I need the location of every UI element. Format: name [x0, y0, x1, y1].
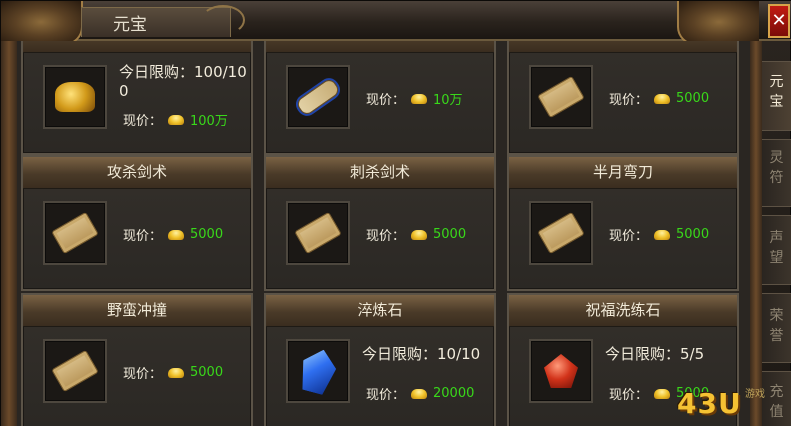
skill-book-icon	[529, 65, 593, 129]
price-label: 现价：	[366, 388, 406, 403]
tab-lingfu[interactable]: 灵 符	[762, 139, 791, 207]
skill-book-icon	[529, 201, 593, 265]
price-row: 现价： 5000	[123, 363, 223, 382]
ingot-icon	[168, 229, 185, 240]
tab-rongyu[interactable]: 荣 誉	[762, 293, 791, 363]
category-tabs: 元 宝 灵 符 声 望 荣 誉 充 值	[762, 41, 791, 426]
left-border	[1, 41, 17, 426]
shop-item[interactable]: 今日限购：100/100 现价： 100万	[21, 41, 253, 155]
item-name: 野蛮冲撞	[23, 295, 251, 327]
shop-item[interactable]: 现价： 5000	[507, 41, 739, 155]
price-label: 现价：	[123, 114, 163, 129]
item-name: 祝福洗练石	[509, 295, 737, 327]
price-value: 10万	[433, 93, 463, 108]
item-grid: 今日限购：100/100 现价： 100万 现价： 10万 现价： 5000 攻…	[17, 41, 750, 426]
price-row: 现价： 5000	[366, 225, 466, 244]
price-row: 现价： 100万	[123, 110, 228, 129]
skill-book-icon	[43, 201, 107, 265]
shop-window: 元宝 ✕ 今日限购：100/100 现价： 100万 现价： 10万 现价： 5…	[0, 0, 791, 426]
price-value: 5000	[433, 227, 467, 242]
price-value: 5000	[676, 227, 710, 242]
price-label: 现价：	[609, 229, 649, 244]
price-value: 100万	[190, 114, 228, 129]
price-label: 现价：	[609, 388, 649, 403]
item-name: 淬炼石	[266, 295, 494, 327]
watermark-sub: 游戏	[745, 389, 765, 400]
close-button[interactable]: ✕	[768, 4, 790, 38]
item-name: 攻杀剑术	[23, 157, 251, 189]
blue-crystal-icon	[286, 339, 350, 403]
window-title: 元宝	[113, 15, 147, 35]
price-row: 现价： 5000	[609, 89, 709, 108]
purchase-limit: 今日限购：5/5	[605, 345, 705, 363]
tab-yuanbao[interactable]: 元 宝	[762, 61, 791, 131]
ingot-icon	[168, 114, 185, 125]
price-value: 5000	[190, 227, 224, 242]
price-label: 现价：	[123, 367, 163, 382]
price-row: 现价： 20000	[366, 384, 474, 403]
price-row: 现价： 5000	[123, 225, 223, 244]
swirl-ornament	[201, 5, 245, 35]
skill-book-icon	[286, 201, 350, 265]
item-name	[23, 41, 251, 53]
ingot-icon	[168, 367, 185, 378]
right-dragon-ornament	[677, 1, 759, 45]
shop-item[interactable]: 刺杀剑术 现价： 5000	[264, 155, 496, 291]
gold-pile-icon	[43, 65, 107, 129]
ingot-icon	[411, 388, 428, 399]
ingot-icon	[654, 388, 671, 399]
price-row: 现价： 5000	[609, 225, 709, 244]
shop-item[interactable]: 野蛮冲撞 现价： 5000	[21, 293, 253, 426]
price-label: 现价：	[366, 229, 406, 244]
site-watermark: 43U	[677, 387, 742, 420]
purchase-limit: 今日限购：10/10	[362, 345, 481, 363]
shop-item[interactable]: 淬炼石 今日限购：10/10 现价： 20000	[264, 293, 496, 426]
item-name: 半月弯刀	[509, 157, 737, 189]
right-border	[750, 41, 762, 426]
shop-item[interactable]: 现价： 10万	[264, 41, 496, 155]
price-value: 5000	[190, 365, 224, 380]
item-name	[509, 41, 737, 53]
scroll-icon	[286, 65, 350, 129]
left-dragon-ornament	[1, 1, 83, 45]
purchase-limit: 今日限购：100/100	[119, 63, 247, 100]
price-row: 现价： 10万	[366, 89, 463, 108]
ingot-icon	[411, 93, 428, 104]
tab-shengwang[interactable]: 声 望	[762, 215, 791, 285]
ingot-icon	[654, 93, 671, 104]
shop-item[interactable]: 半月弯刀 现价： 5000	[507, 155, 739, 291]
skill-book-icon	[43, 339, 107, 403]
shop-item[interactable]: 攻杀剑术 现价： 5000	[21, 155, 253, 291]
item-name: 刺杀剑术	[266, 157, 494, 189]
price-label: 现价：	[366, 93, 406, 108]
red-gem-icon	[529, 339, 593, 403]
price-value: 5000	[676, 91, 710, 106]
price-label: 现价：	[123, 229, 163, 244]
price-label: 现价：	[609, 93, 649, 108]
item-name	[266, 41, 494, 53]
ingot-icon	[411, 229, 428, 240]
price-value: 20000	[433, 386, 475, 401]
ingot-icon	[654, 229, 671, 240]
